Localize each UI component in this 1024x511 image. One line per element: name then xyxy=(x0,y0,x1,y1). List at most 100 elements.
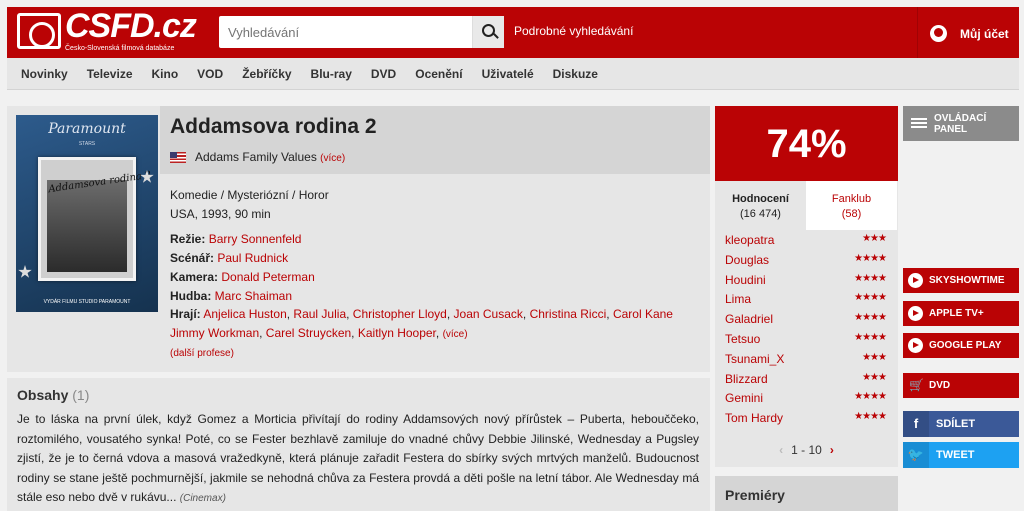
search-icon[interactable] xyxy=(472,16,504,48)
nav-item-uzivatele[interactable]: Uživatelé xyxy=(482,58,534,90)
tab-fanclub-label: Fanklub xyxy=(831,193,872,205)
rating-score: 74% xyxy=(715,106,898,181)
plot-body: Je to láska na první úlek, když Gomez a … xyxy=(17,412,699,504)
user-ratings-list: kleopatra ★★★ Douglas ★★★★ Houdini ★★★★ Lim… xyxy=(715,230,898,428)
film-logo-icon xyxy=(17,13,61,49)
user-link[interactable]: Blizzard xyxy=(725,372,768,386)
user-link[interactable]: Gemini xyxy=(725,391,763,405)
nav-item-bluray[interactable]: Blu-ray xyxy=(311,58,352,90)
share-label: SDÍLET xyxy=(936,418,976,430)
tab-fanclub[interactable]: Fanklub (58) xyxy=(806,181,897,230)
vod-skyshowtime-button[interactable]: SKYSHOWTIME xyxy=(903,268,1019,293)
film-title: Addamsova rodina 2 xyxy=(170,115,377,138)
dvd-button[interactable]: 🛒 DVD xyxy=(903,373,1019,398)
creator-link[interactable]: Marc Shaiman xyxy=(215,289,292,303)
actor-link[interactable]: Anjelica Huston xyxy=(203,307,286,321)
nav-item-kino[interactable]: Kino xyxy=(152,58,179,90)
actor-link[interactable]: Raul Julia xyxy=(293,307,346,321)
ratings-pager: ‹ 1 - 10 › xyxy=(715,443,898,457)
original-title: Addams Family Values (více) xyxy=(195,150,345,164)
user-link[interactable]: Douglas xyxy=(725,253,769,267)
user-link[interactable]: kleopatra xyxy=(725,233,774,247)
film-title-box: Addamsova rodina 2 Addams Family Values … xyxy=(160,106,710,174)
logo-tagline: Česko-Slovenská filmová databáze xyxy=(65,45,175,52)
creator-link[interactable]: Donald Peterman xyxy=(221,270,314,284)
film-poster[interactable]: Paramount STARS Addamsova rodina 2 VYDÁR… xyxy=(16,115,158,312)
actor-link[interactable]: Joan Cusack xyxy=(454,307,523,321)
star-icon xyxy=(18,265,32,278)
user-link[interactable]: Tom Hardy xyxy=(725,411,783,425)
tab-ratings[interactable]: Hodnocení (16 474) xyxy=(715,181,806,230)
user-link[interactable]: Galadriel xyxy=(725,312,773,326)
twitter-share-button[interactable]: 🐦 TWEET xyxy=(903,442,1019,468)
creator-label: Hudba: xyxy=(170,288,212,303)
poster-studio-sub: STARS xyxy=(78,141,96,147)
search-input[interactable] xyxy=(219,16,469,48)
vod-appletv-button[interactable]: APPLE TV+ xyxy=(903,301,1019,326)
rating-stars: ★★★ xyxy=(862,371,887,383)
play-icon xyxy=(908,338,923,353)
tab-ratings-label: Hodnocení xyxy=(732,193,789,205)
more-cast-link[interactable]: (více) xyxy=(443,329,468,340)
top-bar: CSFD.cz Česko-Slovenská filmová databáze… xyxy=(7,7,1019,58)
nav-item-televize[interactable]: Televize xyxy=(87,58,133,90)
control-panel-label: OVLÁDACÍ PANEL xyxy=(934,113,987,135)
pager-range: 1 - 10 xyxy=(791,443,822,457)
actor-link[interactable]: Christopher Lloyd xyxy=(353,307,447,321)
chevron-left-icon[interactable]: ‹ xyxy=(779,443,783,457)
creator-link[interactable]: Paul Rudnick xyxy=(217,251,288,265)
poster-footer: VYDÁR FILMU STUDIO PARAMOUNT xyxy=(43,299,131,305)
rating-stars: ★★★★ xyxy=(854,252,887,264)
creator-row-writer: Scénář: Paul Rudnick xyxy=(170,249,690,268)
list-item: Douglas ★★★★ xyxy=(715,250,898,270)
creator-row-camera: Kamera: Donald Peterman xyxy=(170,268,690,287)
nav-item-zebricky[interactable]: Žebříčky xyxy=(242,58,291,90)
creator-label: Scénář: xyxy=(170,251,215,266)
vod-label: APPLE TV+ xyxy=(929,308,984,319)
advanced-search-link[interactable]: Podrobné vyhledávání xyxy=(514,24,633,38)
account-button[interactable]: Můj účet xyxy=(917,7,1019,58)
tweet-label: TWEET xyxy=(936,449,975,461)
actor-link[interactable]: Carol Kane xyxy=(613,307,673,321)
plot-source: (Cinemax) xyxy=(179,493,226,504)
facebook-icon: f xyxy=(903,411,929,437)
more-titles-link[interactable]: (více) xyxy=(320,153,345,164)
rating-box: 74% Hodnocení (16 474) Fanklub (58) kleopa… xyxy=(715,106,898,467)
nav-item-vod[interactable]: VOD xyxy=(197,58,223,90)
nav-item-novinky[interactable]: Novinky xyxy=(21,58,68,90)
chevron-right-icon[interactable]: › xyxy=(830,443,834,457)
facebook-share-button[interactable]: f SDÍLET xyxy=(903,411,1019,437)
actor-link[interactable]: Jimmy Workman xyxy=(170,326,259,340)
list-item: Tsunami_X ★★★ xyxy=(715,349,898,369)
creator-link[interactable]: Barry Sonnenfeld xyxy=(209,232,302,246)
user-link[interactable]: Tetsuo xyxy=(725,332,760,346)
nav-item-diskuze[interactable]: Diskuze xyxy=(553,58,598,90)
premieres-heading: Premiéry xyxy=(725,487,785,503)
search-box xyxy=(219,16,504,48)
actor-link[interactable]: Kaitlyn Hooper xyxy=(358,326,436,340)
plot-box: Obsahy (1) Je to láska na první úlek, kd… xyxy=(7,378,710,511)
rating-stars: ★★★ xyxy=(862,233,887,244)
list-item: Houdini ★★★★ xyxy=(715,270,898,290)
user-link[interactable]: Lima xyxy=(725,292,751,306)
actor-link[interactable]: Christina Ricci xyxy=(530,307,607,321)
rating-stars: ★★★★ xyxy=(854,411,887,423)
site-logo[interactable]: CSFD.cz Česko-Slovenská filmová databáze xyxy=(17,7,197,53)
vod-googleplay-button[interactable]: GOOGLE PLAY xyxy=(903,333,1019,358)
user-link[interactable]: Tsunami_X xyxy=(725,352,784,366)
user-link[interactable]: Houdini xyxy=(725,273,766,287)
list-item: Gemini ★★★★ xyxy=(715,388,898,408)
list-item: Galadriel ★★★★ xyxy=(715,309,898,329)
creator-row-music: Hudba: Marc Shaiman xyxy=(170,287,690,306)
more-professions-link[interactable]: (další profese) xyxy=(170,345,690,363)
play-icon xyxy=(908,273,923,288)
vod-label: GOOGLE PLAY xyxy=(929,340,1002,351)
nav-item-oceneni[interactable]: Ocenění xyxy=(415,58,462,90)
control-panel-button[interactable]: OVLÁDACÍ PANEL xyxy=(903,106,1019,141)
film-genres: Komedie / Mysteriózní / Horor xyxy=(170,188,329,202)
creator-label: Hrají: xyxy=(170,307,201,322)
list-item: kleopatra ★★★ xyxy=(715,230,898,250)
actor-link[interactable]: Carel Struycken xyxy=(266,326,351,340)
rating-stars: ★★★★ xyxy=(854,391,887,403)
nav-item-dvd[interactable]: DVD xyxy=(371,58,396,90)
